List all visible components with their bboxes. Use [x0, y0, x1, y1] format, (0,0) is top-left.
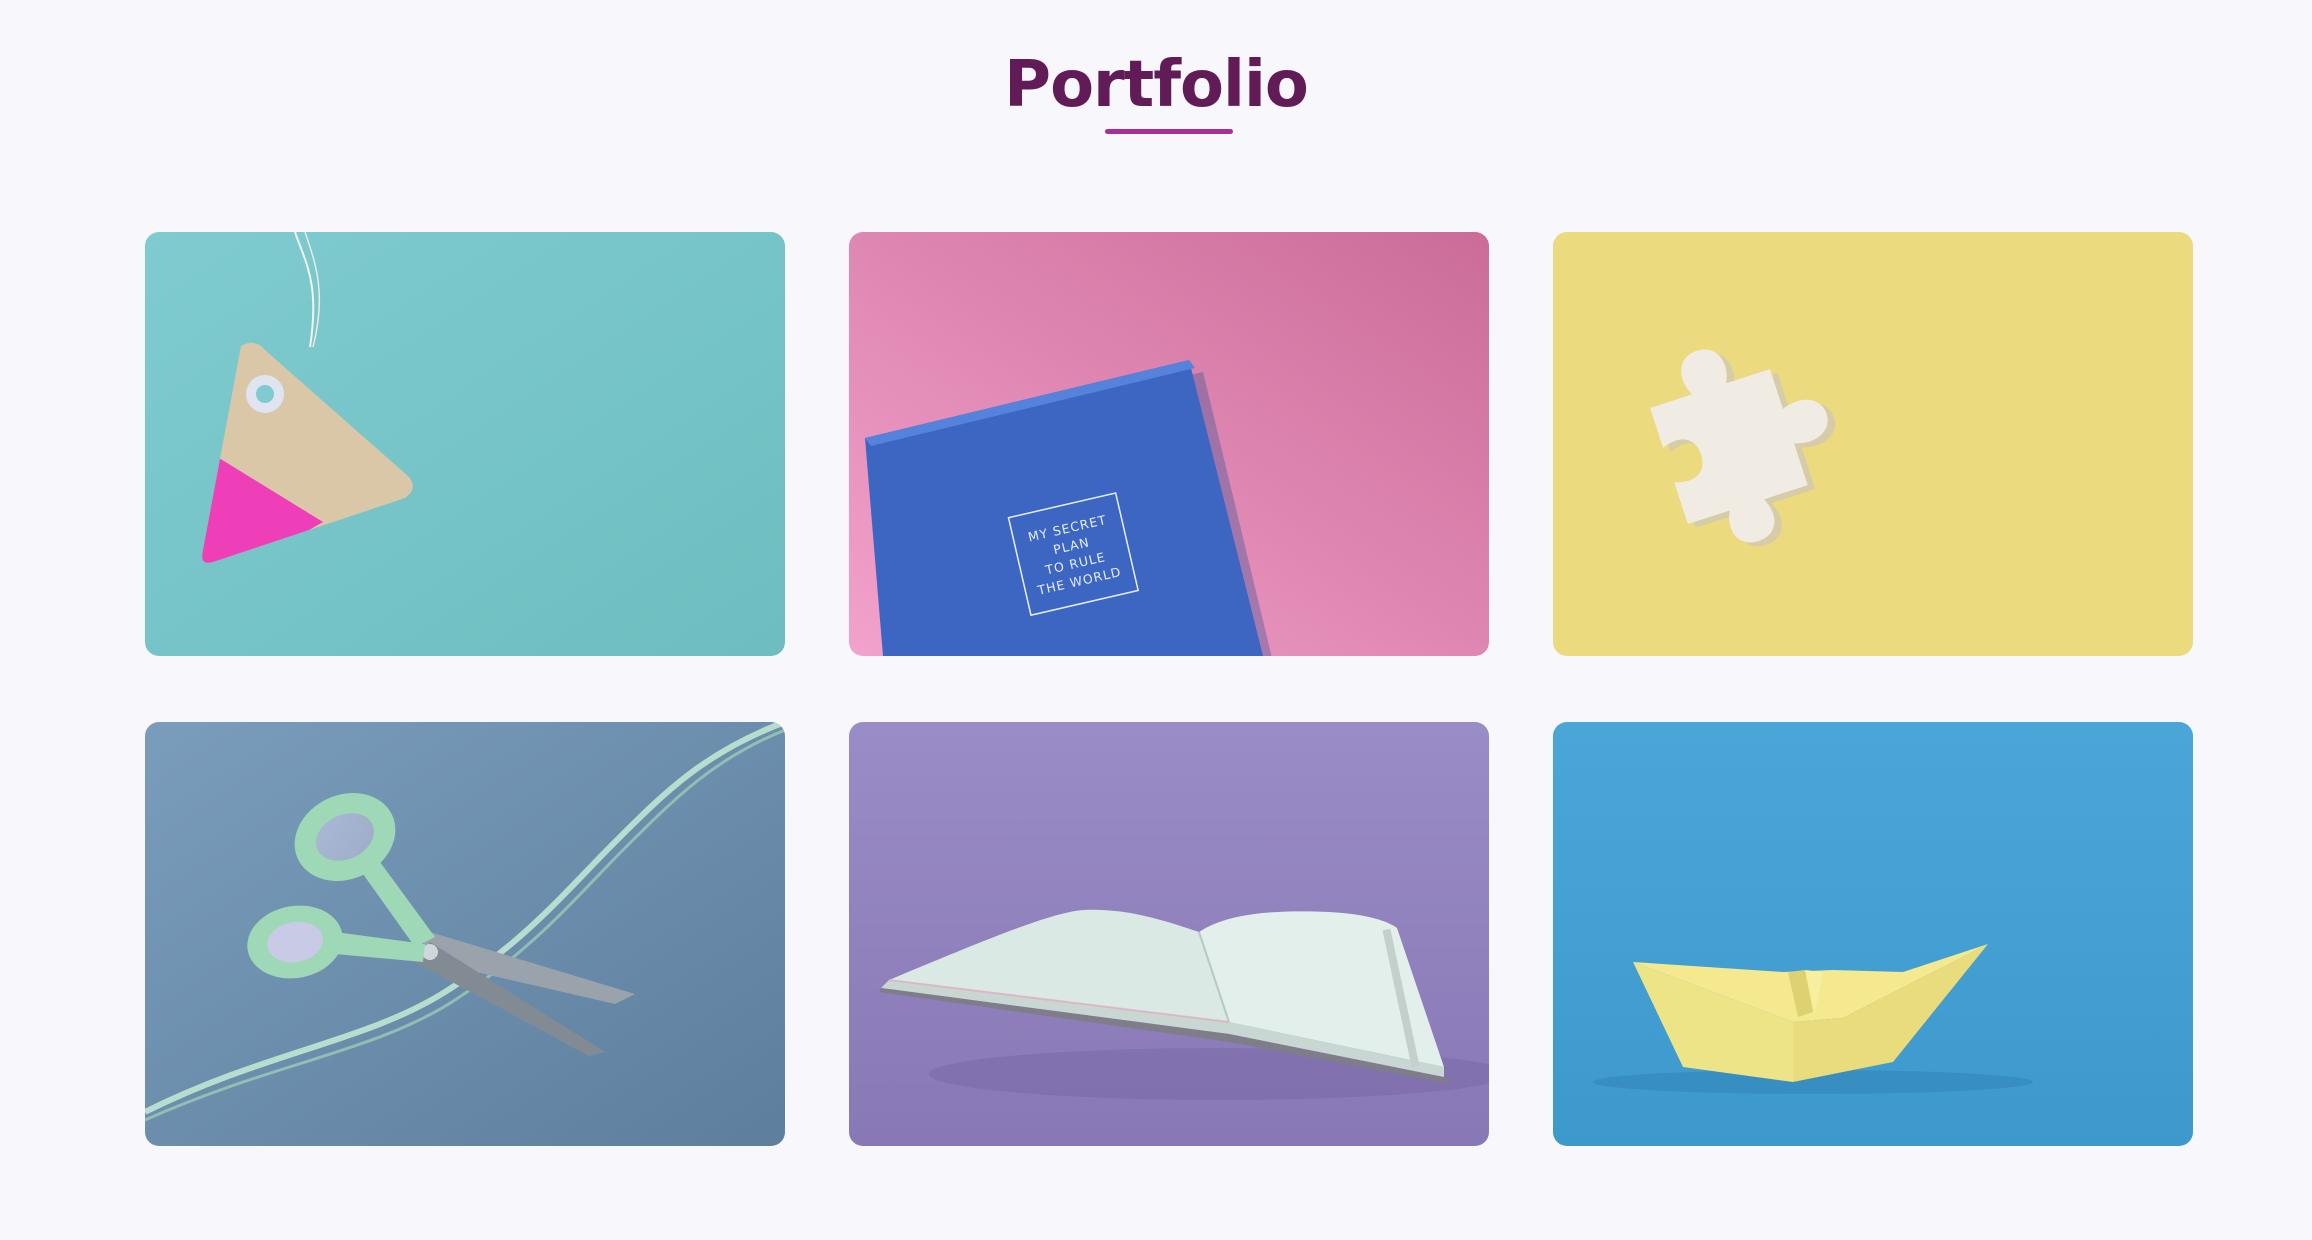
header: Portfolio	[0, 40, 2312, 130]
portfolio-item-scissors[interactable]	[145, 722, 785, 1146]
puzzle-image	[1553, 232, 2193, 656]
open-book-image	[849, 722, 1489, 1146]
portfolio-item-tag[interactable]	[145, 232, 785, 656]
portfolio-item-notebook[interactable]: MY SECRET PLAN TO RULE THE WORLD	[849, 232, 1489, 656]
portfolio-grid: MY SECRET PLAN TO RULE THE WORLD	[145, 232, 2193, 1146]
paper-boat-image	[1553, 722, 2193, 1146]
page-title: Portfolio	[1004, 48, 1309, 122]
tag-image	[145, 232, 785, 656]
notebook-image: MY SECRET PLAN TO RULE THE WORLD	[849, 232, 1489, 656]
portfolio-item-puzzle[interactable]	[1553, 232, 2193, 656]
portfolio-item-open-book[interactable]	[849, 722, 1489, 1146]
title-underline	[1105, 129, 1233, 134]
scissors-image	[145, 722, 785, 1146]
portfolio-item-paper-boat[interactable]	[1553, 722, 2193, 1146]
